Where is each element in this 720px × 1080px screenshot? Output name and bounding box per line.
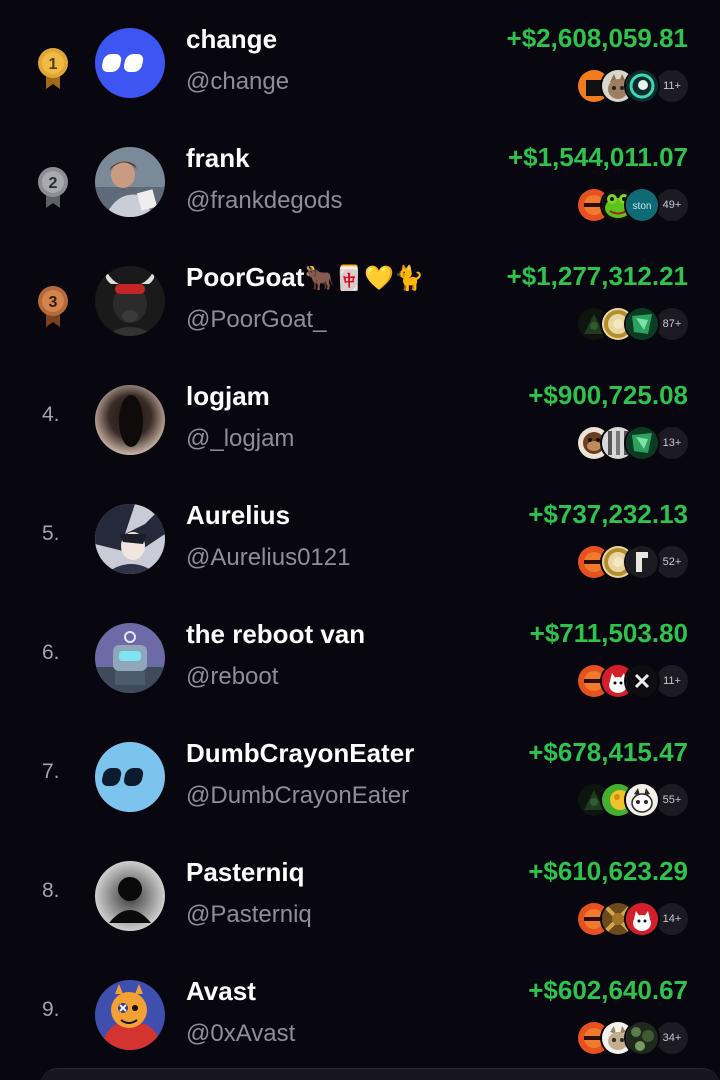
avatar[interactable] <box>95 385 165 455</box>
silver-medal-icon: 2 <box>38 167 68 208</box>
token-stack[interactable]: 11+ <box>576 67 690 104</box>
bottom-sheet-edge[interactable] <box>40 1068 720 1080</box>
user-name[interactable]: Pasterniq <box>186 857 305 888</box>
gold-medal-icon: 1 <box>38 48 68 89</box>
leaderboard-row[interactable]: 4. logjam @_logjam +$900,725.08 13+ <box>0 367 720 486</box>
avatar[interactable] <box>95 861 165 931</box>
user-name[interactable]: logjam <box>186 381 270 412</box>
rank-number: 6. <box>42 641 60 664</box>
x-token-icon <box>624 662 660 699</box>
token-icon <box>624 543 660 580</box>
pnl-value: +$1,277,312.21 <box>506 261 688 291</box>
leaderboard-row[interactable]: 6. the reboot van @reboot +$711,503.80 1… <box>0 605 720 724</box>
user-handle: @DumbCrayonEater <box>186 782 410 809</box>
user-handle: @Aurelius0121 <box>186 544 351 571</box>
token-stack[interactable]: 87+ <box>576 305 690 342</box>
user-name[interactable]: frank <box>186 143 250 174</box>
token-stack[interactable]: 13+ <box>576 424 690 461</box>
leaderboard-row[interactable]: 7. DumbCrayonEater @DumbCrayonEater +$67… <box>0 724 720 843</box>
avatar[interactable] <box>95 266 165 336</box>
rank-number: 5. <box>42 522 60 545</box>
leaderboard-row[interactable]: 8. Pasterniq @Pasterniq +$610,623.29 14+ <box>0 843 720 962</box>
rank-number: 7. <box>42 760 60 783</box>
user-handle: @change <box>186 68 290 95</box>
user-name[interactable]: PoorGoat🐂🀄💛🐈 <box>186 262 424 293</box>
token-stack[interactable]: 11+ <box>576 662 690 699</box>
svg-text:ston: ston <box>633 201 652 212</box>
pnl-value: +$610,623.29 <box>528 856 688 886</box>
dog-token-icon <box>624 900 660 937</box>
avatar[interactable] <box>95 147 165 217</box>
user-handle: @Pasterniq <box>186 901 312 928</box>
user-name[interactable]: Avast <box>186 976 256 1007</box>
pnl-value: +$900,725.08 <box>528 380 688 410</box>
token-icon <box>624 424 660 461</box>
leaderboard-row[interactable]: 2 frank @frankdegods +$1,544,011.07 ston… <box>0 129 720 248</box>
pnl-value: +$737,232.13 <box>528 499 688 529</box>
user-name[interactable]: the reboot van <box>186 619 365 650</box>
user-handle: @PoorGoat_ <box>186 306 327 333</box>
user-handle: @frankdegods <box>186 187 343 214</box>
user-name[interactable]: DumbCrayonEater <box>186 738 414 769</box>
bronze-medal-icon: 3 <box>38 286 68 327</box>
user-name[interactable]: change <box>186 24 277 55</box>
token-icon <box>624 1019 660 1056</box>
pnl-value: +$1,544,011.07 <box>507 142 688 172</box>
token-stack[interactable]: 34+ <box>576 1019 690 1056</box>
token-stack[interactable]: 55+ <box>576 781 690 818</box>
rank-medal: 1 <box>28 44 78 94</box>
pnl-value: +$602,640.67 <box>528 975 688 1005</box>
user-handle: @_logjam <box>186 425 295 452</box>
pnl-value: +$678,415.47 <box>528 737 688 767</box>
pnl-value: +$711,503.80 <box>529 618 688 648</box>
leaderboard-row[interactable]: 5. Aurelius @Aurelius0121 +$737,232.13 5… <box>0 486 720 605</box>
leaderboard-row[interactable]: 1 change @change +$2,608,059.81 11+ <box>0 10 720 129</box>
rank-medal: 3 <box>28 282 78 332</box>
leaderboard-row[interactable]: 9. Avast @0xAvast +$602,640.67 34+ <box>0 962 720 1080</box>
token-stack[interactable]: 14+ <box>576 900 690 937</box>
avatar[interactable] <box>95 980 165 1050</box>
avatar[interactable] <box>95 623 165 693</box>
svg-text:3: 3 <box>49 294 58 311</box>
token-stack[interactable]: ston 49+ <box>576 186 690 223</box>
token-icon <box>624 305 660 342</box>
pnl-value: +$2,608,059.81 <box>506 23 688 53</box>
rank-number: 4. <box>42 403 60 426</box>
rank-number: 9. <box>42 998 60 1021</box>
user-handle: @0xAvast <box>186 1020 296 1047</box>
rank-number: 8. <box>42 879 60 902</box>
rank-medal: 2 <box>28 163 78 213</box>
user-handle: @reboot <box>186 663 279 690</box>
leaderboard-row[interactable]: 3 PoorGoat🐂🀄💛🐈 @PoorGoat_ +$1,277,312.21… <box>0 248 720 367</box>
avatar[interactable] <box>95 742 165 812</box>
name-emoji: 🐂🀄💛🐈 <box>304 264 424 292</box>
token-icon: ston <box>624 186 660 223</box>
svg-text:1: 1 <box>49 56 58 73</box>
avatar[interactable] <box>95 28 165 98</box>
svg-text:2: 2 <box>49 175 58 192</box>
token-icon <box>624 67 660 104</box>
token-stack[interactable]: 52+ <box>576 543 690 580</box>
avatar[interactable] <box>95 504 165 574</box>
cat-token-icon <box>624 781 660 818</box>
user-name[interactable]: Aurelius <box>186 500 290 531</box>
